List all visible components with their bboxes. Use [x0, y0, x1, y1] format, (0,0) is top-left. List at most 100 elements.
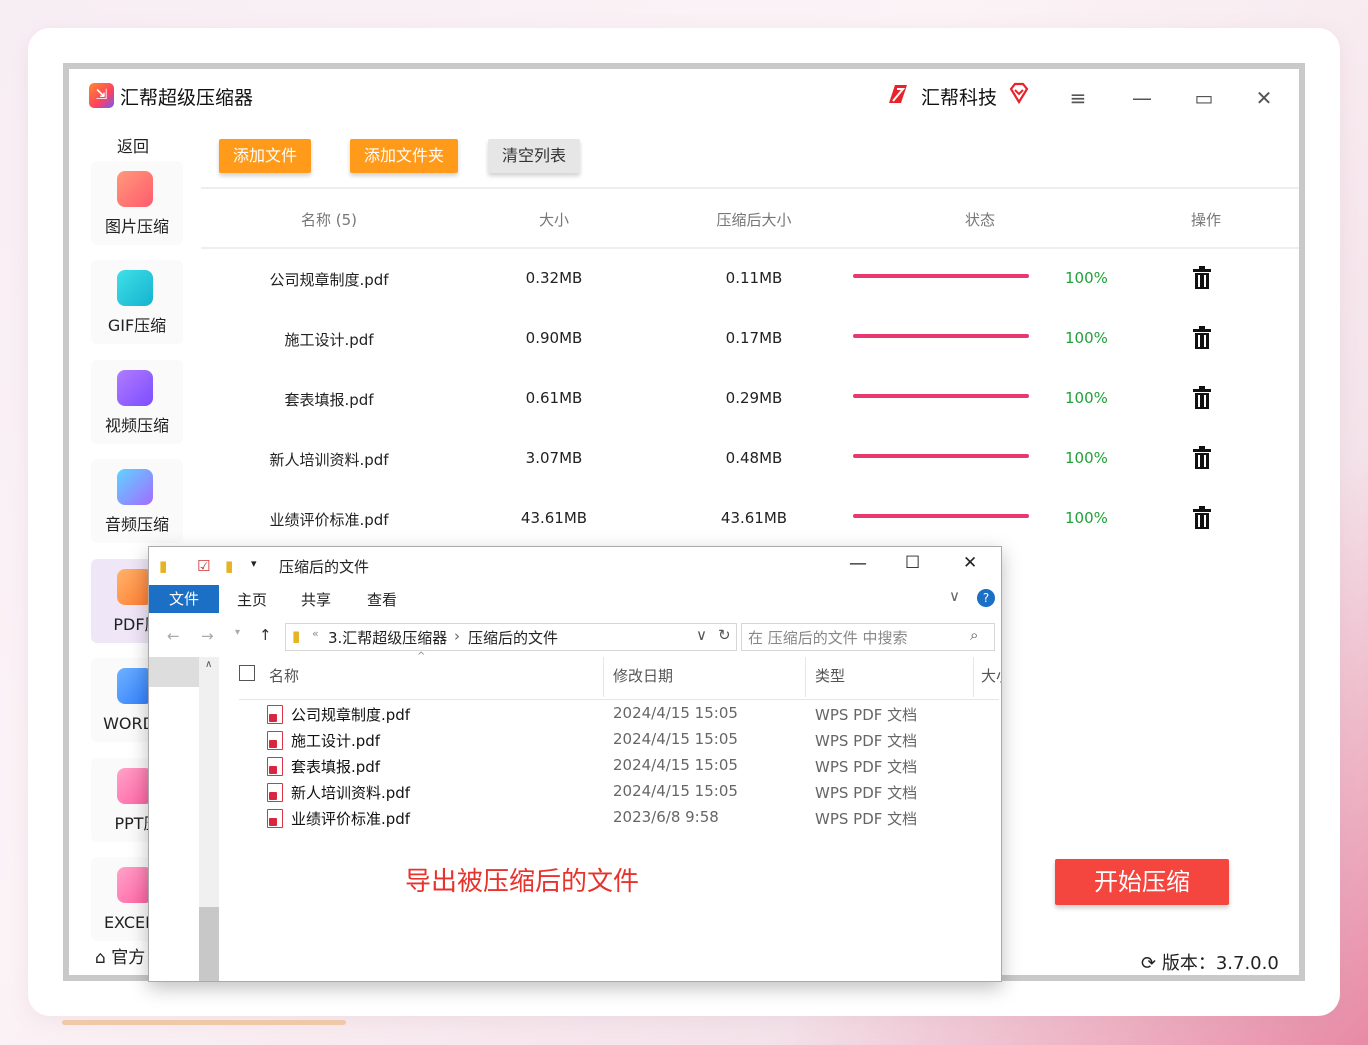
address-bar[interactable]: ▮ « 3.汇帮超级压缩器 › 压缩后的文件 ∨ ↻	[285, 623, 737, 651]
sidebar-item-label: GIF压缩	[107, 316, 167, 335]
progress-bar	[853, 274, 1029, 278]
explorer-close-icon[interactable]: ✕	[963, 553, 977, 573]
scroll-thumb[interactable]	[199, 907, 219, 981]
explorer-maximize-icon[interactable]: ☐	[905, 553, 920, 573]
file-row[interactable]: 新人培训资料.pdf 2024/4/15 15:05 WPS PDF 文档	[221, 779, 1001, 805]
address-dropdown-icon[interactable]: ∨	[696, 626, 707, 644]
table-row: 新人培训资料.pdf 3.07MB 0.48MB 100%	[201, 429, 1299, 489]
header-divider	[239, 699, 999, 700]
clear-list-button[interactable]: 清空列表	[488, 139, 581, 173]
home-icon: ⌂	[95, 948, 106, 968]
progress-bar	[853, 454, 1029, 458]
file-size: 3.07MB	[525, 449, 583, 467]
file-date: 2024/4/15 15:05	[613, 704, 738, 722]
file-size: 0.61MB	[525, 389, 583, 407]
pdf-file-icon	[267, 809, 283, 828]
properties-icon[interactable]: ☑	[197, 557, 210, 575]
file-size: 43.61MB	[520, 509, 588, 527]
minimize-icon[interactable]: —	[1127, 83, 1157, 113]
breadcrumb-item[interactable]: 压缩后的文件	[468, 627, 558, 648]
file-row[interactable]: 公司规章制度.pdf 2024/4/15 15:05 WPS PDF 文档	[221, 701, 1001, 727]
column-size[interactable]: 大小	[981, 665, 1001, 686]
audio-icon	[117, 469, 153, 505]
help-icon[interactable]: ?	[977, 589, 995, 607]
back-link[interactable]: 返回	[69, 133, 197, 157]
compressed-size: 0.11MB	[725, 269, 783, 287]
start-compress-button[interactable]: 开始压缩	[1055, 859, 1229, 905]
new-folder-icon[interactable]: ▮	[225, 557, 233, 575]
version-text: 版本：3.7.0.0	[1161, 953, 1279, 974]
tab-view[interactable]: 查看	[367, 589, 397, 610]
file-row[interactable]: 施工设计.pdf 2024/4/15 15:05 WPS PDF 文档	[221, 727, 1001, 753]
tab-share[interactable]: 共享	[301, 589, 331, 610]
column-divider[interactable]	[973, 657, 974, 697]
column-type[interactable]: 类型	[815, 665, 845, 686]
export-annotation: 导出被压缩后的文件	[405, 867, 640, 897]
trash-icon[interactable]	[1191, 386, 1213, 410]
refresh-icon[interactable]: ⟳	[1141, 953, 1156, 974]
progress-bar	[853, 334, 1029, 338]
table-row: 公司规章制度.pdf 0.32MB 0.11MB 100%	[201, 249, 1299, 309]
file-type: WPS PDF 文档	[815, 758, 918, 776]
column-divider[interactable]	[603, 657, 604, 697]
sidebar-item-audio[interactable]: 音频压缩	[91, 459, 183, 543]
refresh-icon[interactable]: ↻	[718, 626, 731, 644]
progress-bar	[853, 394, 1029, 398]
breadcrumb-overflow-icon[interactable]: «	[312, 627, 319, 640]
nav-scrollbar[interactable]: ∧	[199, 657, 219, 981]
file-row[interactable]: 业绩评价标准.pdf 2023/6/8 9:58 WPS PDF 文档	[221, 805, 1001, 831]
ribbon-expand-icon[interactable]: ∨	[949, 587, 960, 605]
search-icon[interactable]: ⌕	[970, 626, 978, 644]
trash-icon[interactable]	[1191, 266, 1213, 290]
vip-diamond-icon[interactable]	[1007, 81, 1031, 105]
tab-home[interactable]: 主页	[237, 589, 267, 610]
file-row[interactable]: 套表填报.pdf 2024/4/15 15:05 WPS PDF 文档	[221, 753, 1001, 779]
decorative-bar	[62, 1020, 346, 1025]
explorer-minimize-icon[interactable]: —	[849, 553, 867, 574]
compressed-size: 0.29MB	[725, 389, 783, 407]
sidebar-item-gif[interactable]: GIF压缩	[91, 260, 183, 344]
file-type: WPS PDF 文档	[815, 732, 918, 750]
up-arrow-icon[interactable]: ↑	[259, 626, 272, 644]
column-divider[interactable]	[805, 657, 806, 697]
back-arrow-icon[interactable]: ←	[167, 627, 180, 645]
column-date[interactable]: 修改日期	[613, 665, 673, 686]
gif-icon	[117, 270, 153, 306]
folder-icon: ▮	[292, 627, 301, 645]
forward-arrow-icon[interactable]: →	[201, 627, 214, 645]
progress-percent: 100%	[1065, 449, 1108, 467]
official-site-link[interactable]: ⌂ 官方	[95, 943, 145, 968]
maximize-icon[interactable]: ▭	[1189, 83, 1219, 113]
trash-icon[interactable]	[1191, 506, 1213, 530]
menu-icon[interactable]: ≡	[1063, 83, 1093, 113]
quick-access-dropdown-icon[interactable]: ▾	[251, 557, 257, 570]
trash-icon[interactable]	[1191, 446, 1213, 470]
select-all-checkbox[interactable]	[239, 665, 255, 681]
add-folder-button[interactable]: 添加文件夹	[350, 139, 459, 173]
close-icon[interactable]: ✕	[1249, 83, 1279, 113]
scroll-up-icon[interactable]: ∧	[205, 659, 212, 670]
sidebar-item-video[interactable]: 视频压缩	[91, 360, 183, 444]
nav-item-selected[interactable]	[149, 657, 199, 687]
header-name[interactable]: 名称 (5)	[229, 209, 429, 230]
file-list-header: 名称 ^ 修改日期 类型 大小	[221, 651, 1001, 697]
file-explorer-window: ▮ ☑ ▮ ▾ 压缩后的文件 — ☐ ✕ 文件 主页 共享 查看 ∨ ? ← →…	[148, 546, 1002, 982]
brand-name: 汇帮科技	[921, 87, 998, 109]
trash-icon[interactable]	[1191, 326, 1213, 350]
column-name[interactable]: 名称	[269, 665, 299, 686]
app-logo-icon: ⇲	[89, 83, 114, 108]
title-bar: ⇲ 汇帮超级压缩器 汇帮科技 ≡ — ▭ ✕	[69, 69, 1299, 129]
recent-dropdown-icon[interactable]: ▾	[235, 627, 240, 638]
sort-ascending-icon: ^	[417, 651, 426, 662]
tab-file[interactable]: 文件	[149, 585, 219, 613]
breadcrumb-item[interactable]: 3.汇帮超级压缩器	[328, 627, 447, 648]
image-icon	[117, 171, 153, 207]
file-size: 0.32MB	[525, 269, 583, 287]
file-date: 2023/6/8 9:58	[613, 808, 719, 826]
sidebar-item-image[interactable]: 图片压缩	[91, 161, 183, 245]
file-name: 公司规章制度.pdf	[291, 706, 411, 724]
table-row: 套表填报.pdf 0.61MB 0.29MB 100%	[201, 369, 1299, 429]
add-file-button[interactable]: 添加文件	[219, 139, 312, 173]
search-input[interactable]: 在 压缩后的文件 中搜索 ⌕	[741, 623, 995, 651]
progress-percent: 100%	[1065, 269, 1108, 287]
